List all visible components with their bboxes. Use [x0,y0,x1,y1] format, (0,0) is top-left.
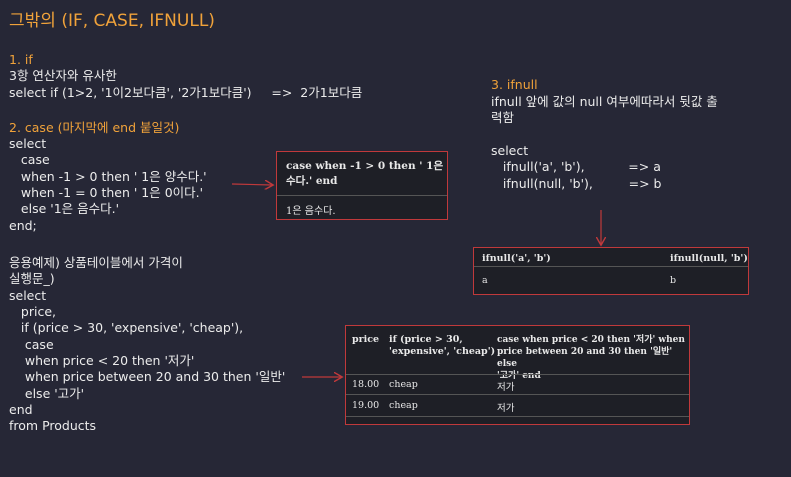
arrow-icon [231,0,791,477]
